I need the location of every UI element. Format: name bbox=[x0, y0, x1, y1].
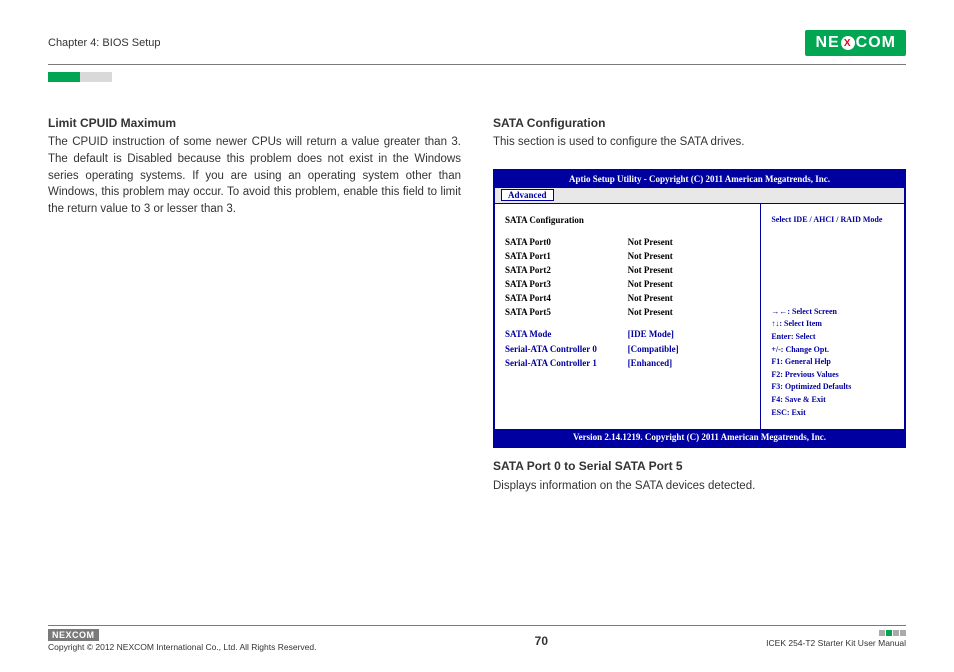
bios-option-row: Serial-ATA Controller 1[Enhanced] bbox=[505, 357, 750, 370]
bios-help-item: F1: General Help bbox=[771, 356, 894, 368]
sata-intro: This section is used to configure the SA… bbox=[493, 134, 906, 151]
bios-port-row: SATA Port3Not Present bbox=[505, 278, 750, 291]
bios-option-row: SATA Mode[IDE Mode] bbox=[505, 328, 750, 341]
bios-port-row: SATA Port2Not Present bbox=[505, 264, 750, 277]
bios-tab-advanced: Advanced bbox=[501, 189, 554, 201]
bios-title: Aptio Setup Utility - Copyright (C) 2011… bbox=[495, 171, 904, 188]
bios-version: Version 2.14.1219. Copyright (C) 2011 Am… bbox=[495, 429, 904, 446]
cpuid-text: The CPUID instruction of some newer CPUs… bbox=[48, 134, 461, 217]
bios-port-row: SATA Port4Not Present bbox=[505, 292, 750, 305]
sata-port-heading: SATA Port 0 to Serial SATA Port 5 bbox=[493, 458, 906, 475]
bios-help-item: F3: Optimized Defaults bbox=[771, 381, 894, 393]
bios-port-row: SATA Port5Not Present bbox=[505, 306, 750, 319]
bios-section: SATA Configuration bbox=[505, 214, 750, 227]
bios-help-item: +/-: Change Opt. bbox=[771, 344, 894, 356]
footer-icon bbox=[766, 630, 906, 636]
footer-logo: NEXCOM bbox=[48, 629, 99, 641]
bios-tabbar: Advanced bbox=[495, 188, 904, 204]
sata-port-text: Displays information on the SATA devices… bbox=[493, 478, 906, 495]
bios-main-panel: SATA Configuration SATA Port0Not Present… bbox=[495, 204, 761, 429]
tab-active bbox=[48, 72, 80, 82]
bios-option-row: Serial-ATA Controller 0[Compatible] bbox=[505, 343, 750, 356]
manual-name: ICEK 254-T2 Starter Kit User Manual bbox=[766, 638, 906, 648]
bios-help-item: →←: Select Screen bbox=[771, 306, 894, 318]
bios-help-item: F4: Save & Exit bbox=[771, 394, 894, 406]
bios-help-item: Enter: Select bbox=[771, 331, 894, 343]
nexcom-logo: NEXCOM bbox=[805, 30, 906, 56]
bios-help-panel: Select IDE / AHCI / RAID Mode →←: Select… bbox=[761, 204, 904, 429]
footer-right: ICEK 254-T2 Starter Kit User Manual bbox=[766, 630, 906, 648]
bios-help-item: F2: Previous Values bbox=[771, 369, 894, 381]
chapter-title: Chapter 4: BIOS Setup bbox=[48, 37, 161, 49]
page-header: Chapter 4: BIOS Setup NEXCOM bbox=[48, 30, 906, 65]
bios-help-item: ↑↓: Select Item bbox=[771, 318, 894, 330]
tab-indicator bbox=[48, 69, 906, 87]
bios-port-row: SATA Port1Not Present bbox=[505, 250, 750, 263]
cpuid-heading: Limit CPUID Maximum bbox=[48, 115, 461, 132]
left-column: Limit CPUID Maximum The CPUID instructio… bbox=[48, 115, 461, 512]
bios-help-item: ESC: Exit bbox=[771, 407, 894, 419]
page-footer: NEXCOM Copyright © 2012 NEXCOM Internati… bbox=[48, 625, 906, 652]
bios-hint: Select IDE / AHCI / RAID Mode bbox=[771, 214, 894, 226]
copyright: Copyright © 2012 NEXCOM International Co… bbox=[48, 642, 316, 652]
sata-heading: SATA Configuration bbox=[493, 115, 906, 132]
bios-port-row: SATA Port0Not Present bbox=[505, 236, 750, 249]
logo-x-icon: X bbox=[841, 36, 855, 50]
tab-inactive bbox=[80, 72, 112, 82]
page-number: 70 bbox=[535, 634, 548, 648]
bios-screenshot: Aptio Setup Utility - Copyright (C) 2011… bbox=[493, 169, 906, 448]
right-column: SATA Configuration This section is used … bbox=[493, 115, 906, 512]
footer-left: NEXCOM Copyright © 2012 NEXCOM Internati… bbox=[48, 630, 316, 652]
